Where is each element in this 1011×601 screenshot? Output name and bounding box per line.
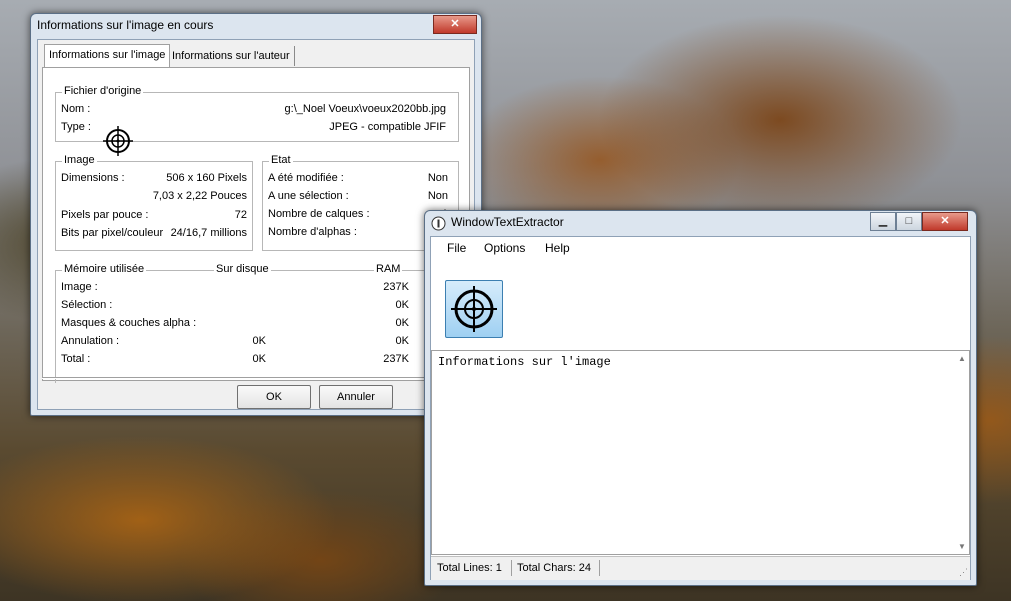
ok-button[interactable]: OK	[237, 385, 311, 409]
ppi-label: Pixels par pouce :	[61, 209, 149, 221]
selection-value: Non	[427, 190, 448, 202]
tab-image-info[interactable]: Informations sur l'image	[44, 44, 171, 68]
crosshair-cursor-icon	[103, 126, 133, 156]
memory-row-label: Annulation :	[61, 335, 120, 347]
memory-row-ram: 0K	[395, 317, 409, 329]
scroll-down-icon[interactable]: ▼	[957, 542, 967, 551]
dimensions-label: Dimensions :	[61, 172, 125, 184]
memory-row-disk: 0K	[252, 353, 266, 365]
modified-value: Non	[427, 172, 448, 184]
menu-bar: File Options Help	[431, 237, 970, 259]
dimensions-inches: 7,03 x 2,22 Pouces	[152, 190, 247, 202]
image-info-dialog: Informations sur l'image en cours ✕ Info…	[30, 13, 482, 416]
origin-legend: Fichier d'origine	[62, 85, 144, 97]
memory-row-label: Image :	[61, 281, 98, 293]
minimize-icon: ▁	[878, 215, 888, 227]
name-label: Nom :	[61, 103, 91, 115]
bpp-label: Bits par pixel/couleur	[61, 227, 164, 239]
name-value: g:\_Noel Voeux\voeux2020bb.jpg	[284, 103, 446, 115]
memory-row-ram: 0K	[395, 335, 409, 347]
state-legend: Etat	[269, 154, 293, 166]
memory-row-label: Masques & couches alpha :	[61, 317, 197, 329]
extracted-text-area[interactable]: Informations sur l'image ▲ ▼	[431, 350, 970, 555]
ram-header: RAM	[374, 263, 403, 275]
alphas-label: Nombre d'alphas :	[268, 226, 357, 238]
status-separator	[511, 560, 512, 576]
memory-legend: Mémoire utilisée	[62, 263, 147, 275]
memory-row-ram: 237K	[383, 281, 409, 293]
dialog-close-button[interactable]: ✕	[433, 15, 477, 34]
extracted-text: Informations sur l'image	[438, 355, 611, 369]
tab-author-info[interactable]: Informations sur l'auteur	[168, 46, 295, 66]
divider	[42, 377, 468, 379]
status-total-chars: Total Chars: 24	[517, 562, 591, 574]
wte-close-button[interactable]: ✕	[922, 212, 968, 231]
memory-row-label: Sélection :	[61, 299, 113, 311]
wte-client-area: File Options Help Informations sur l'ima…	[430, 236, 971, 580]
memory-row-ram: 237K	[383, 353, 409, 365]
layers-label: Nombre de calques :	[268, 208, 370, 220]
disk-header: Sur disque	[214, 263, 271, 275]
resize-grip-icon[interactable]: ⋰	[959, 567, 968, 578]
menu-help[interactable]: Help	[545, 241, 570, 255]
target-tool-button[interactable]	[445, 280, 503, 338]
cancel-button[interactable]: Annuler	[319, 385, 393, 409]
wte-titlebar[interactable]: WindowTextExtractor ▁ □ ✕	[425, 211, 976, 235]
maximize-icon: □	[905, 215, 913, 227]
close-icon: ✕	[940, 215, 950, 227]
modified-label: A été modifiée :	[268, 172, 344, 184]
menu-options[interactable]: Options	[484, 241, 525, 255]
minimize-button[interactable]: ▁	[870, 212, 896, 231]
window-text-extractor: WindowTextExtractor ▁ □ ✕ File Options H…	[424, 210, 977, 586]
menu-file[interactable]: File	[447, 241, 466, 255]
memory-group: Mémoire utilisée Sur disque RAM Image : …	[55, 263, 459, 383]
selection-label: A une sélection :	[268, 190, 349, 202]
image-group: Image Dimensions : 506 x 160 Pixels 7,03…	[55, 154, 253, 251]
info-icon	[431, 216, 446, 231]
type-value: JPEG - compatible JFIF	[329, 121, 446, 133]
dialog-titlebar[interactable]: Informations sur l'image en cours ✕	[31, 14, 481, 38]
dimensions-pixels: 506 x 160 Pixels	[166, 172, 247, 184]
tab-panel: Fichier d'origine Nom : g:\_Noel Voeux\v…	[42, 67, 470, 383]
status-total-lines: Total Lines: 1	[437, 562, 502, 574]
image-legend: Image	[62, 154, 97, 166]
memory-row-label: Total :	[61, 353, 91, 365]
type-label: Type :	[61, 121, 91, 133]
status-separator	[599, 560, 600, 576]
maximize-button[interactable]: □	[896, 212, 922, 231]
dialog-title: Informations sur l'image en cours	[37, 18, 214, 32]
memory-row-disk: 0K	[252, 335, 266, 347]
crosshair-target-icon	[451, 286, 497, 332]
wte-title: WindowTextExtractor	[451, 215, 564, 229]
close-icon: ✕	[450, 18, 460, 30]
scroll-up-icon[interactable]: ▲	[957, 354, 967, 363]
memory-row-ram: 0K	[395, 299, 409, 311]
bpp-value: 24/16,7 millions	[170, 227, 247, 239]
ppi-value: 72	[234, 209, 247, 221]
dialog-client-area: Informations sur l'image Informations su…	[37, 39, 475, 410]
status-bar: Total Lines: 1 Total Chars: 24 ⋰	[431, 556, 970, 580]
